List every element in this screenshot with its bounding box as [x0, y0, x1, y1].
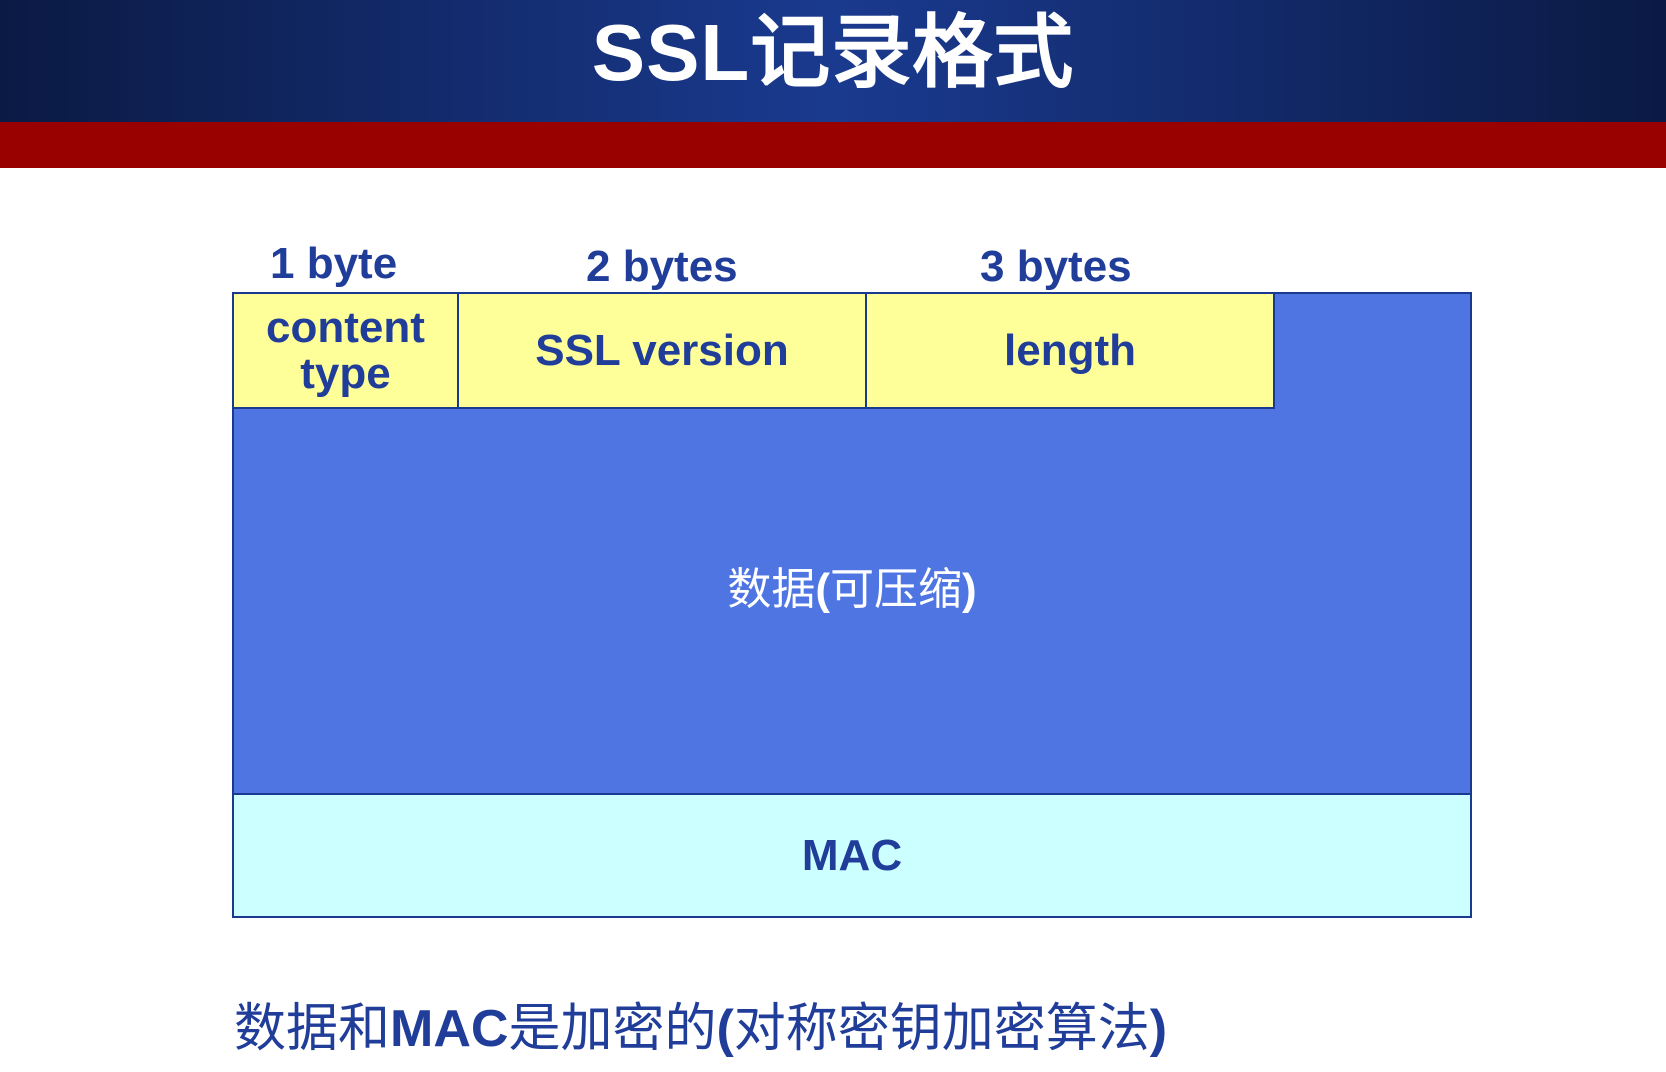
- length-label: length: [1004, 325, 1136, 375]
- data-label-open-paren: (: [815, 565, 830, 614]
- slide-title: SSL记录格式: [591, 8, 1075, 97]
- byte-label-3: 3 bytes: [980, 242, 1132, 291]
- ssl-version-field: SSL version: [457, 292, 867, 409]
- footnote-part1: 数据和: [234, 1000, 391, 1058]
- footnote-close-paren: ): [1149, 1000, 1168, 1058]
- byte-label-1: 1 byte: [270, 239, 398, 288]
- footnote-mac: MAC: [390, 1000, 509, 1058]
- data-label-prefix: 数据: [727, 565, 816, 614]
- footnote-part5: 对称密钥加密算法: [733, 1000, 1150, 1058]
- length-field: length: [865, 292, 1275, 409]
- content-type-field: content type: [232, 292, 459, 409]
- mac-label: MAC: [801, 830, 903, 880]
- content-type-line1: content: [266, 302, 425, 352]
- data-block-label: 数据(可压缩): [232, 560, 1472, 620]
- ssl-version-label: SSL version: [535, 325, 789, 375]
- byte-label-2: 2 bytes: [586, 242, 738, 291]
- content-type-line2: type: [300, 348, 391, 398]
- footnote: 数据和MAC是加密的(对称密钥加密算法): [234, 994, 1167, 1064]
- footnote-part3: 是加密的: [508, 1000, 717, 1058]
- data-label-middle: 可压缩: [830, 565, 962, 614]
- accent-band: [0, 122, 1666, 168]
- mac-block: MAC: [232, 793, 1472, 918]
- footnote-open-paren: (: [716, 1000, 734, 1058]
- data-label-close-paren: ): [962, 565, 977, 614]
